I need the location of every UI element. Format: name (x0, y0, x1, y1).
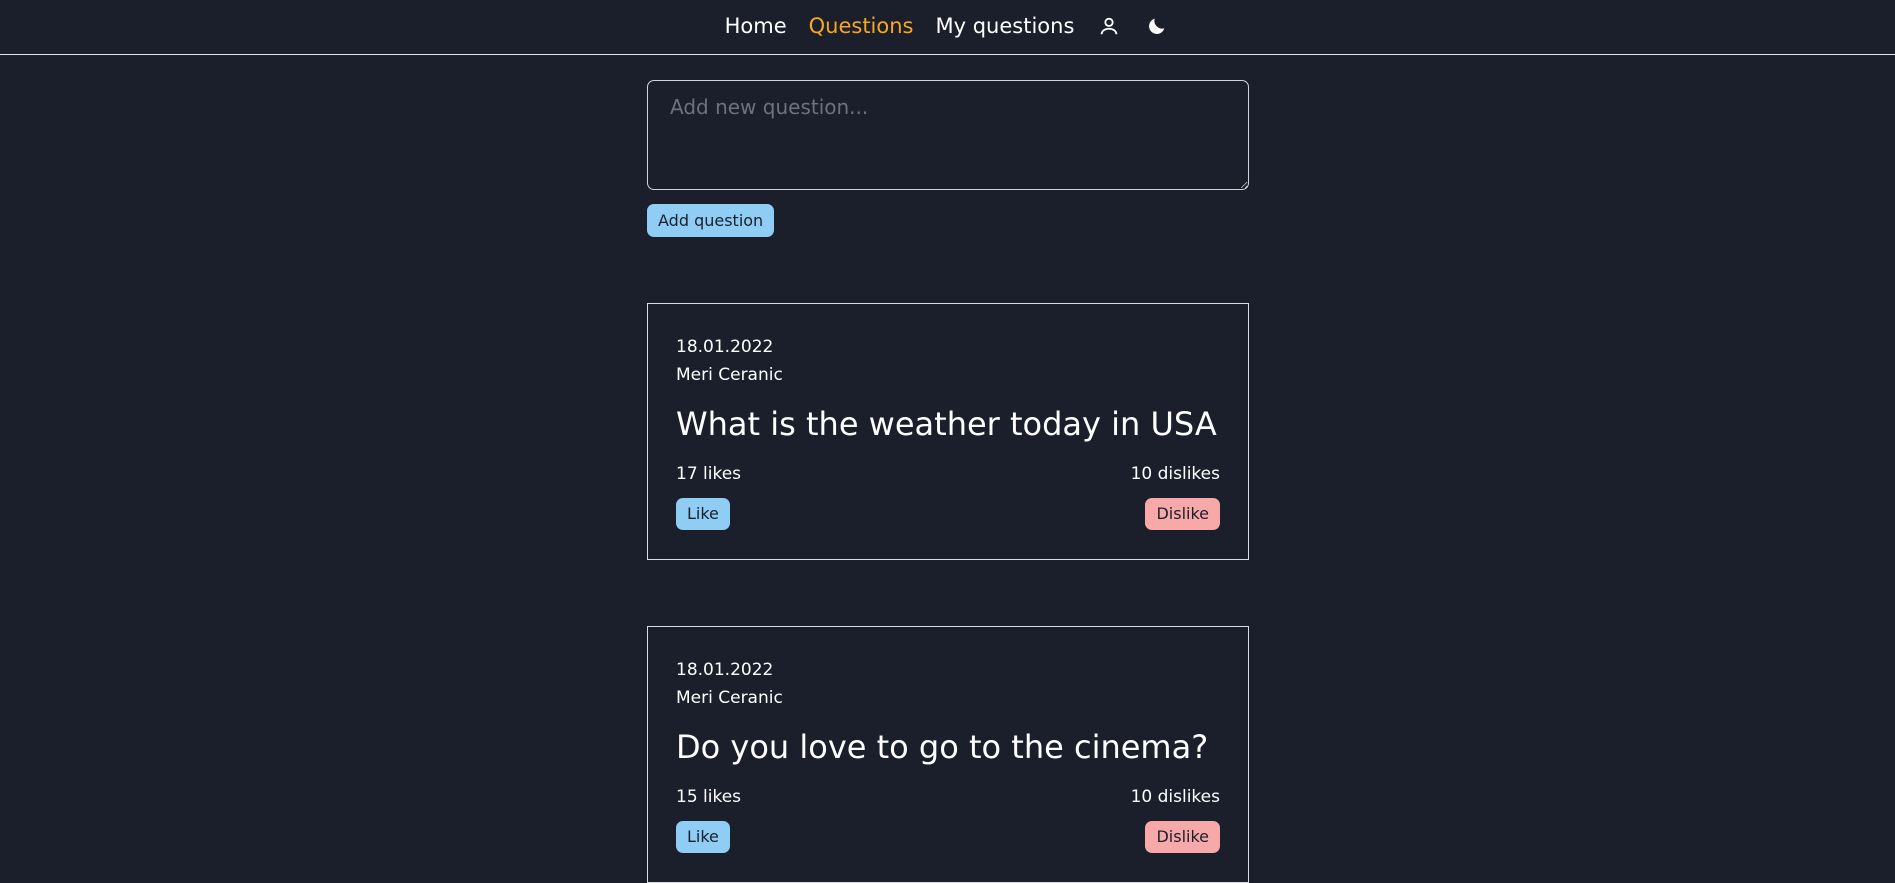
question-author: Meri Ceranic (676, 688, 783, 708)
dislike-button[interactable]: Dislike (1145, 821, 1220, 853)
question-date: 18.01.2022 (676, 660, 774, 680)
user-icon[interactable] (1096, 12, 1122, 40)
likes-count: 17 likes (676, 464, 742, 484)
moon-icon[interactable] (1144, 12, 1170, 40)
new-question-input[interactable] (647, 80, 1249, 190)
nav-my-questions-link[interactable]: My questions (936, 12, 1075, 40)
nav-links: Home Questions My questions (0, 12, 1895, 40)
navbar: Home Questions My questions (0, 0, 1895, 55)
question-title: Do you love to go to the cinema? (676, 728, 1209, 766)
dislikes-count: 10 dislikes (1130, 464, 1220, 484)
question-title: What is the weather today in USA (676, 405, 1217, 443)
question-card: 18.01.2022 Meri Ceranic What is the weat… (647, 303, 1249, 560)
question-card: 18.01.2022 Meri Ceranic Do you love to g… (647, 626, 1249, 883)
dislike-button[interactable]: Dislike (1145, 498, 1220, 530)
dislikes-count: 10 dislikes (1130, 787, 1220, 807)
question-author: Meri Ceranic (676, 365, 783, 385)
like-button[interactable]: Like (676, 498, 730, 530)
add-question-button[interactable]: Add question (647, 204, 775, 237)
question-date: 18.01.2022 (676, 337, 774, 357)
nav-questions-link[interactable]: Questions (809, 12, 914, 40)
likes-count: 15 likes (676, 787, 742, 807)
nav-home-link[interactable]: Home (725, 12, 787, 40)
like-button[interactable]: Like (676, 821, 730, 853)
